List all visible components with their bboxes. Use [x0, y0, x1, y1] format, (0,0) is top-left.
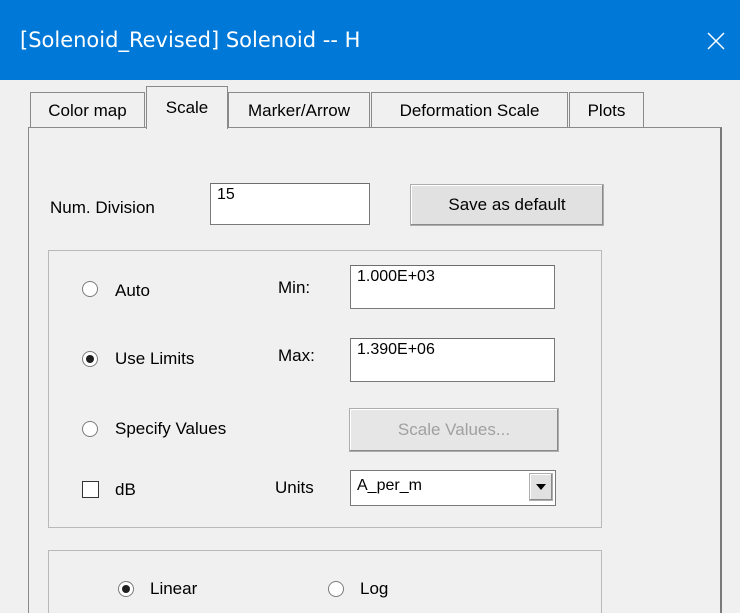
title-bar: [Solenoid_Revised] Solenoid -- H [0, 0, 740, 80]
radio-selected-dot [122, 585, 130, 593]
units-label: Units [275, 478, 314, 497]
auto-radio[interactable] [82, 281, 98, 297]
log-radio[interactable] [328, 581, 344, 597]
tab-marker-arrow[interactable]: Marker/Arrow [228, 92, 370, 128]
close-button[interactable] [692, 22, 740, 60]
use-limits-radio[interactable] [82, 351, 98, 367]
save-as-default-button[interactable]: Save as default [410, 184, 604, 226]
tab-scale[interactable]: Scale [146, 86, 228, 129]
auto-label: Auto [115, 281, 150, 300]
close-icon [707, 32, 725, 50]
tab-plots[interactable]: Plots [569, 92, 644, 128]
num-division-input[interactable]: 15 [210, 183, 370, 225]
units-dropdown-button[interactable] [529, 473, 553, 501]
units-select[interactable]: A_per_m [350, 470, 556, 506]
min-label: Min: [278, 278, 311, 297]
tab-deformation-scale[interactable]: Deformation Scale [371, 92, 568, 128]
max-input[interactable]: 1.390E+06 [350, 338, 555, 382]
linear-label: Linear [150, 579, 198, 598]
max-label: Max: [278, 346, 315, 365]
specify-values-radio[interactable] [82, 421, 98, 437]
linear-radio[interactable] [118, 581, 134, 597]
scale-type-group [48, 550, 602, 613]
tab-color-map[interactable]: Color map [30, 92, 145, 128]
num-division-label: Num. Division [50, 198, 155, 217]
db-checkbox[interactable] [82, 481, 99, 498]
chevron-down-icon [536, 484, 546, 490]
scale-values-button[interactable]: Scale Values... [349, 408, 559, 452]
use-limits-label: Use Limits [115, 349, 195, 368]
radio-selected-dot [86, 355, 94, 363]
log-label: Log [360, 579, 389, 598]
window-title: [Solenoid_Revised] Solenoid -- H [20, 28, 361, 52]
db-label: dB [115, 480, 136, 499]
specify-values-label: Specify Values [115, 419, 227, 438]
min-input[interactable]: 1.000E+03 [350, 265, 555, 309]
